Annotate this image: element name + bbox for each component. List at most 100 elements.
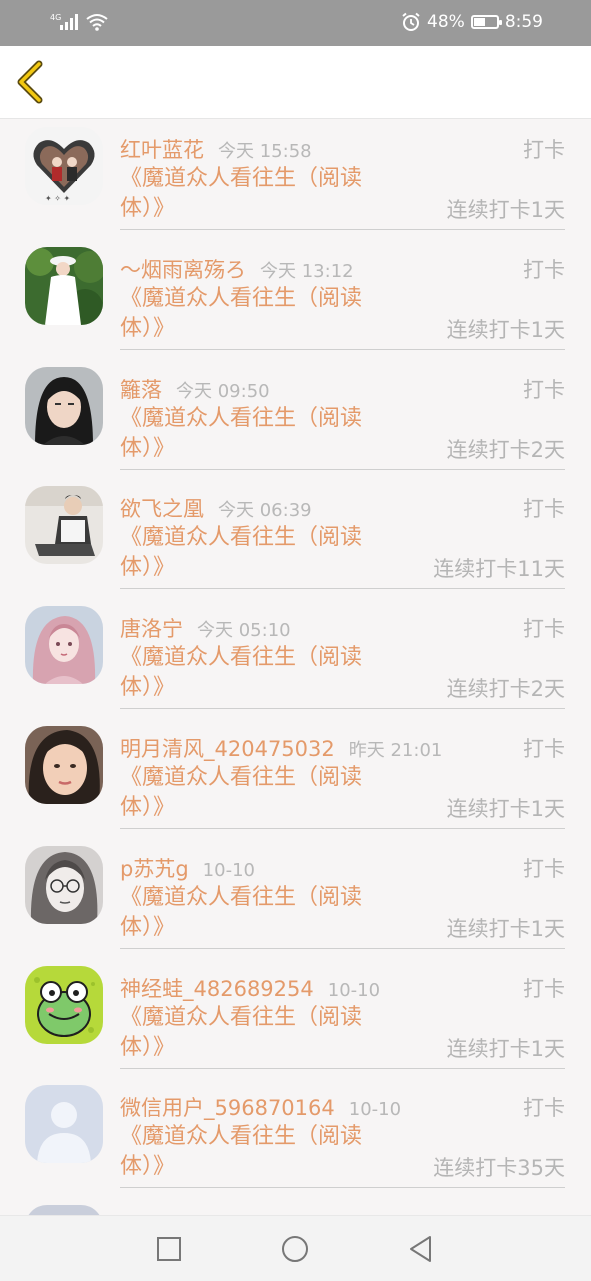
back-button[interactable] xyxy=(12,60,52,104)
back-nav-button[interactable] xyxy=(406,1234,436,1264)
checkin-time: 今天 05:10 xyxy=(197,620,291,642)
user-name: 籬落 今天 09:50 xyxy=(120,374,270,404)
user-name-text: 欲飞之凰 xyxy=(120,497,204,522)
checkin-time: 10-10 xyxy=(327,979,381,1001)
avatar[interactable] xyxy=(25,486,103,565)
checkin-tag: 打卡 xyxy=(523,138,565,162)
checkin-item[interactable]: 神经蛙_482689254 10-10 打卡 《魔道众人看往生（阅读体）》 连续打卡1天 xyxy=(0,958,591,1078)
checkin-tag: 打卡 xyxy=(523,736,565,761)
streak-count: 连续打卡1天 xyxy=(446,198,565,222)
avatar-face-closeup xyxy=(25,725,103,804)
nav-bar xyxy=(0,1215,591,1281)
signal-icon: 4G xyxy=(50,13,78,30)
book-title[interactable]: 《魔道众人看往生（阅读体）》 xyxy=(120,164,390,224)
book-title[interactable]: 《魔道众人看往生（阅读体）》 xyxy=(120,1122,390,1182)
user-name: 微信用户_596870164 10-10 xyxy=(120,1092,401,1122)
checkin-item[interactable]: ～烟雨离殇ろ 今天 13:12 打卡 《魔道众人看往生（阅读体）》 连续打卡1天 xyxy=(0,239,591,359)
divider xyxy=(120,708,565,710)
book-title[interactable]: 《魔道众人看往生（阅读体）》 xyxy=(120,643,390,703)
divider xyxy=(120,468,565,470)
back-triangle-icon xyxy=(410,1236,431,1262)
user-name: 欲飞之凰 今天 06:39 xyxy=(120,493,312,523)
user-name-text: 神经蛙_482689254 xyxy=(120,976,314,1001)
divider xyxy=(120,348,565,350)
checkin-time: 今天 06:39 xyxy=(218,500,312,522)
svg-text:4G: 4G xyxy=(50,13,61,22)
avatar-dark-hair-man xyxy=(25,366,103,445)
checkin-time: 昨天 21:01 xyxy=(348,739,443,761)
avatar-pink-anime xyxy=(25,606,103,685)
checkin-item[interactable]: 唐洛宁 今天 05:10 打卡 《魔道众人看往生（阅读体）》 连续打卡2天 xyxy=(0,598,591,718)
user-name: 神经蛙_482689254 10-10 xyxy=(120,973,380,1003)
home-icon xyxy=(282,1236,308,1262)
avatar[interactable] xyxy=(25,246,103,325)
avatar-girl-forest xyxy=(25,246,103,325)
avatar[interactable] xyxy=(25,1085,103,1164)
checkin-item[interactable]: 明月清风_420475032 昨天 21:01 打卡《魔道众人看往生（阅读体）》连续… xyxy=(0,718,591,838)
checkin-tag: 打卡 xyxy=(523,257,565,282)
checkin-list: ✦ ✧ ✦ 红叶蓝花 今天 15:58 打卡 《魔道众人看往生（阅读体）》 连续打卡1天～… xyxy=(0,119,591,1215)
status-right: 48% 8:59 xyxy=(401,11,543,33)
streak-count: 连续打卡11天 xyxy=(433,557,565,582)
battery-percent: 48% xyxy=(427,12,465,32)
user-name: 明月清风_420475032 昨天 21:01 xyxy=(120,733,442,763)
chevron-left-icon xyxy=(17,60,43,104)
checkin-item[interactable]: 欲飞之凰 今天 06:39 打卡 《魔道众人看往生（阅读体）》 连续打卡11天 xyxy=(0,478,591,598)
book-title[interactable]: 《魔道众人看往生（阅读体）》 xyxy=(120,1003,390,1063)
avatar xyxy=(25,1205,103,1215)
svg-text:✦ ✧ ✦: ✦ ✧ ✦ xyxy=(45,194,70,203)
user-name-text: 明月清风_420475032 xyxy=(120,736,335,761)
avatar-default-user xyxy=(25,1085,103,1164)
avatar[interactable] xyxy=(25,366,103,445)
divider xyxy=(120,229,565,230)
user-name-text: 微信用户_596870164 xyxy=(120,1096,335,1121)
avatar[interactable] xyxy=(25,725,103,804)
user-name-text: ～烟雨离殇ろ xyxy=(120,257,246,282)
checkin-item[interactable]: p苏艽g 10-10 打卡《魔道众人看往生（阅读体）》连续打卡1天 xyxy=(0,838,591,958)
book-title[interactable]: 《魔道众人看往生（阅读体）》 xyxy=(120,763,390,823)
divider xyxy=(120,1187,565,1189)
book-title[interactable]: 《魔道众人看往生（阅读体）》 xyxy=(120,404,390,464)
user-name: ～烟雨离殇ろ 今天 13:12 xyxy=(120,254,354,284)
avatar[interactable] xyxy=(25,965,103,1044)
checkin-tag: 打卡 xyxy=(523,1096,565,1121)
divider xyxy=(120,588,565,590)
recent-apps-button[interactable] xyxy=(154,1234,184,1264)
streak-count: 连续打卡1天 xyxy=(446,916,565,941)
user-name: p苏艽g 10-10 xyxy=(120,853,255,883)
checkin-item[interactable]: 籬落 今天 09:50 打卡《魔道众人看往生（阅读体）》连续打卡2天 xyxy=(0,359,591,479)
status-bar: 4G 48% 8:59 xyxy=(0,0,591,46)
user-name-text: 籬落 xyxy=(120,377,162,402)
streak-count: 连续打卡2天 xyxy=(446,677,565,702)
battery-icon xyxy=(470,15,502,29)
avatar-heart-couple: ✦ ✧ ✦ xyxy=(25,127,103,205)
book-title[interactable]: 《魔道众人看往生（阅读体）》 xyxy=(120,284,390,344)
streak-count: 连续打卡1天 xyxy=(446,1036,565,1061)
checkin-tag: 打卡 xyxy=(523,856,565,881)
checkin-item[interactable]: 微信用户_596870164 10-10 打卡 《魔道众人看往生（阅读体）》 连续打卡3… xyxy=(0,1077,591,1197)
user-name-text: 红叶蓝花 xyxy=(120,138,204,162)
book-title[interactable]: 《魔道众人看往生（阅读体）》 xyxy=(120,523,390,583)
checkin-time: 10-10 xyxy=(202,859,255,881)
avatar[interactable] xyxy=(25,606,103,685)
header xyxy=(0,46,591,119)
streak-count: 连续打卡1天 xyxy=(446,796,565,821)
avatar-partial xyxy=(25,1205,103,1215)
avatar-sketch-glasses xyxy=(25,845,103,924)
avatar[interactable]: ✦ ✧ ✦ xyxy=(25,127,103,205)
user-name-text: p苏艽g xyxy=(120,856,189,881)
alarm-icon xyxy=(402,12,420,31)
book-title[interactable]: 《魔道众人看往生（阅读体）》 xyxy=(120,883,390,943)
battery-fill xyxy=(473,18,485,26)
checkin-item-partial xyxy=(0,1197,591,1215)
checkin-tag: 打卡 xyxy=(523,377,565,402)
home-button[interactable] xyxy=(280,1234,310,1264)
checkin-item[interactable]: ✦ ✧ ✦ 红叶蓝花 今天 15:58 打卡《魔道众人看往生（阅读体）》连续打卡1天 xyxy=(0,119,591,239)
checkin-time: 今天 13:12 xyxy=(260,260,354,282)
checkin-time: 今天 15:58 xyxy=(218,141,312,162)
avatar[interactable] xyxy=(25,845,103,924)
streak-count: 连续打卡2天 xyxy=(446,437,565,462)
avatar-sitting-person xyxy=(25,486,103,565)
recent-apps-icon xyxy=(157,1237,181,1261)
user-name: 唐洛宁 今天 05:10 xyxy=(120,613,291,643)
